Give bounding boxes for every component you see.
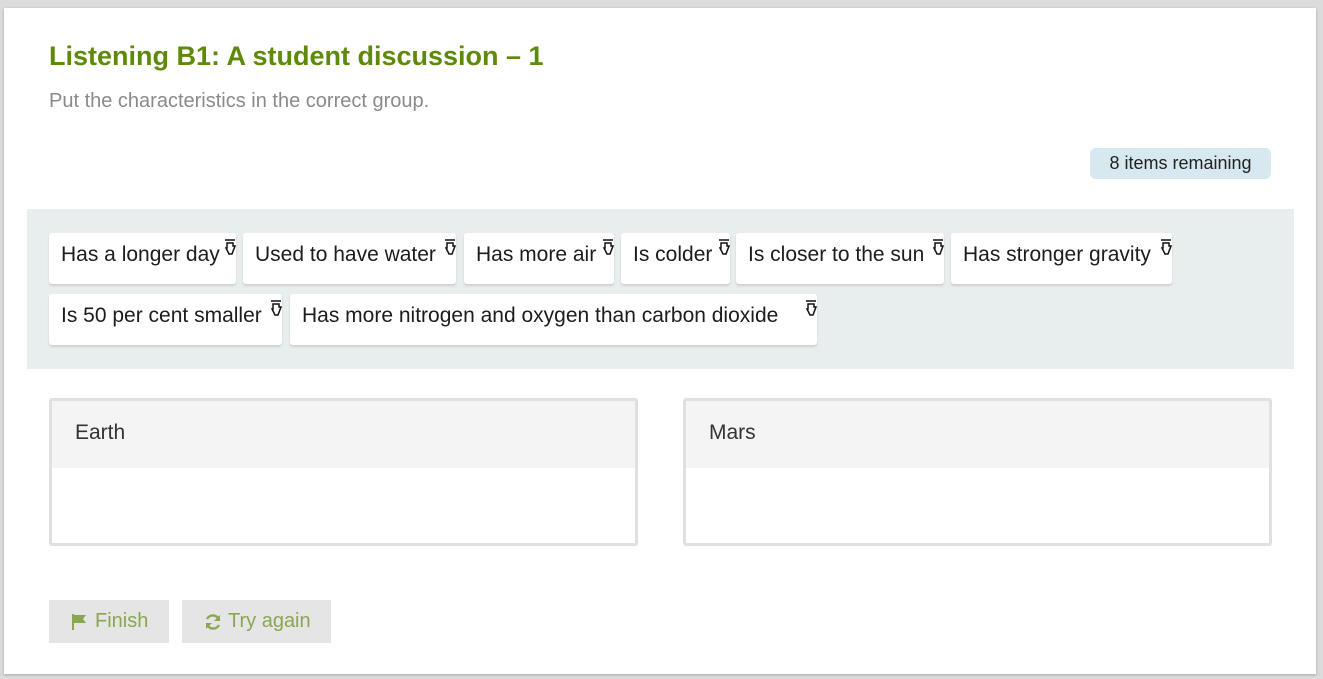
- draggable-item-label: Used to have water: [255, 243, 436, 266]
- draggable-item-label: Is closer to the sun: [748, 243, 925, 266]
- exercise-card: Listening B1: A student discussion – 1 P…: [4, 8, 1316, 674]
- drop-zone-label: Earth: [52, 401, 635, 468]
- drop-zone-label: Mars: [686, 401, 1269, 468]
- items-remaining-badge: 8 items remaining: [1090, 148, 1271, 179]
- draggable-item[interactable]: Used to have water: [243, 233, 457, 284]
- draggable-item-label: Is 50 per cent smaller: [61, 304, 262, 327]
- draggable-item-label: Has more nitrogen and oxygen than carbon…: [302, 304, 779, 327]
- page-title: Listening B1: A student discussion – 1: [49, 41, 544, 71]
- drop-zone-earth[interactable]: Earth: [49, 398, 638, 546]
- grab-hand-icon: [718, 239, 731, 255]
- try-again-button-label: Try again: [228, 610, 311, 632]
- finish-button[interactable]: Finish: [49, 600, 169, 643]
- grab-hand-icon: [270, 300, 283, 316]
- draggable-item[interactable]: Has stronger gravity: [951, 233, 1173, 284]
- grab-hand-icon: [805, 300, 818, 316]
- draggable-item[interactable]: Is colder: [621, 233, 731, 284]
- try-again-button[interactable]: Try again: [182, 600, 331, 643]
- instruction-text: Put the characteristics in the correct g…: [49, 90, 430, 112]
- finish-button-label: Finish: [95, 610, 149, 632]
- draggable-item[interactable]: Has more air: [464, 233, 615, 284]
- grab-hand-icon: [444, 239, 457, 255]
- grab-hand-icon: [1160, 239, 1173, 255]
- grab-hand-icon: [932, 239, 945, 255]
- draggable-items-pool: Has a longer day Used to have water Has …: [27, 209, 1294, 369]
- draggable-item[interactable]: Is 50 per cent smaller: [49, 294, 283, 345]
- drop-zone-mars[interactable]: Mars: [683, 398, 1272, 546]
- draggable-item[interactable]: Has a longer day: [49, 233, 237, 284]
- draggable-item-label: Has more air: [476, 243, 597, 266]
- draggable-item-label: Has stronger gravity: [963, 243, 1151, 266]
- flag-icon: [72, 613, 86, 630]
- draggable-item-label: Is colder: [633, 243, 713, 266]
- draggable-item-label: Has a longer day: [61, 243, 220, 266]
- refresh-icon: [205, 613, 221, 630]
- draggable-item[interactable]: Is closer to the sun: [736, 233, 945, 284]
- grab-hand-icon: [224, 239, 237, 255]
- draggable-item[interactable]: Has more nitrogen and oxygen than carbon…: [290, 294, 818, 345]
- grab-hand-icon: [602, 239, 615, 255]
